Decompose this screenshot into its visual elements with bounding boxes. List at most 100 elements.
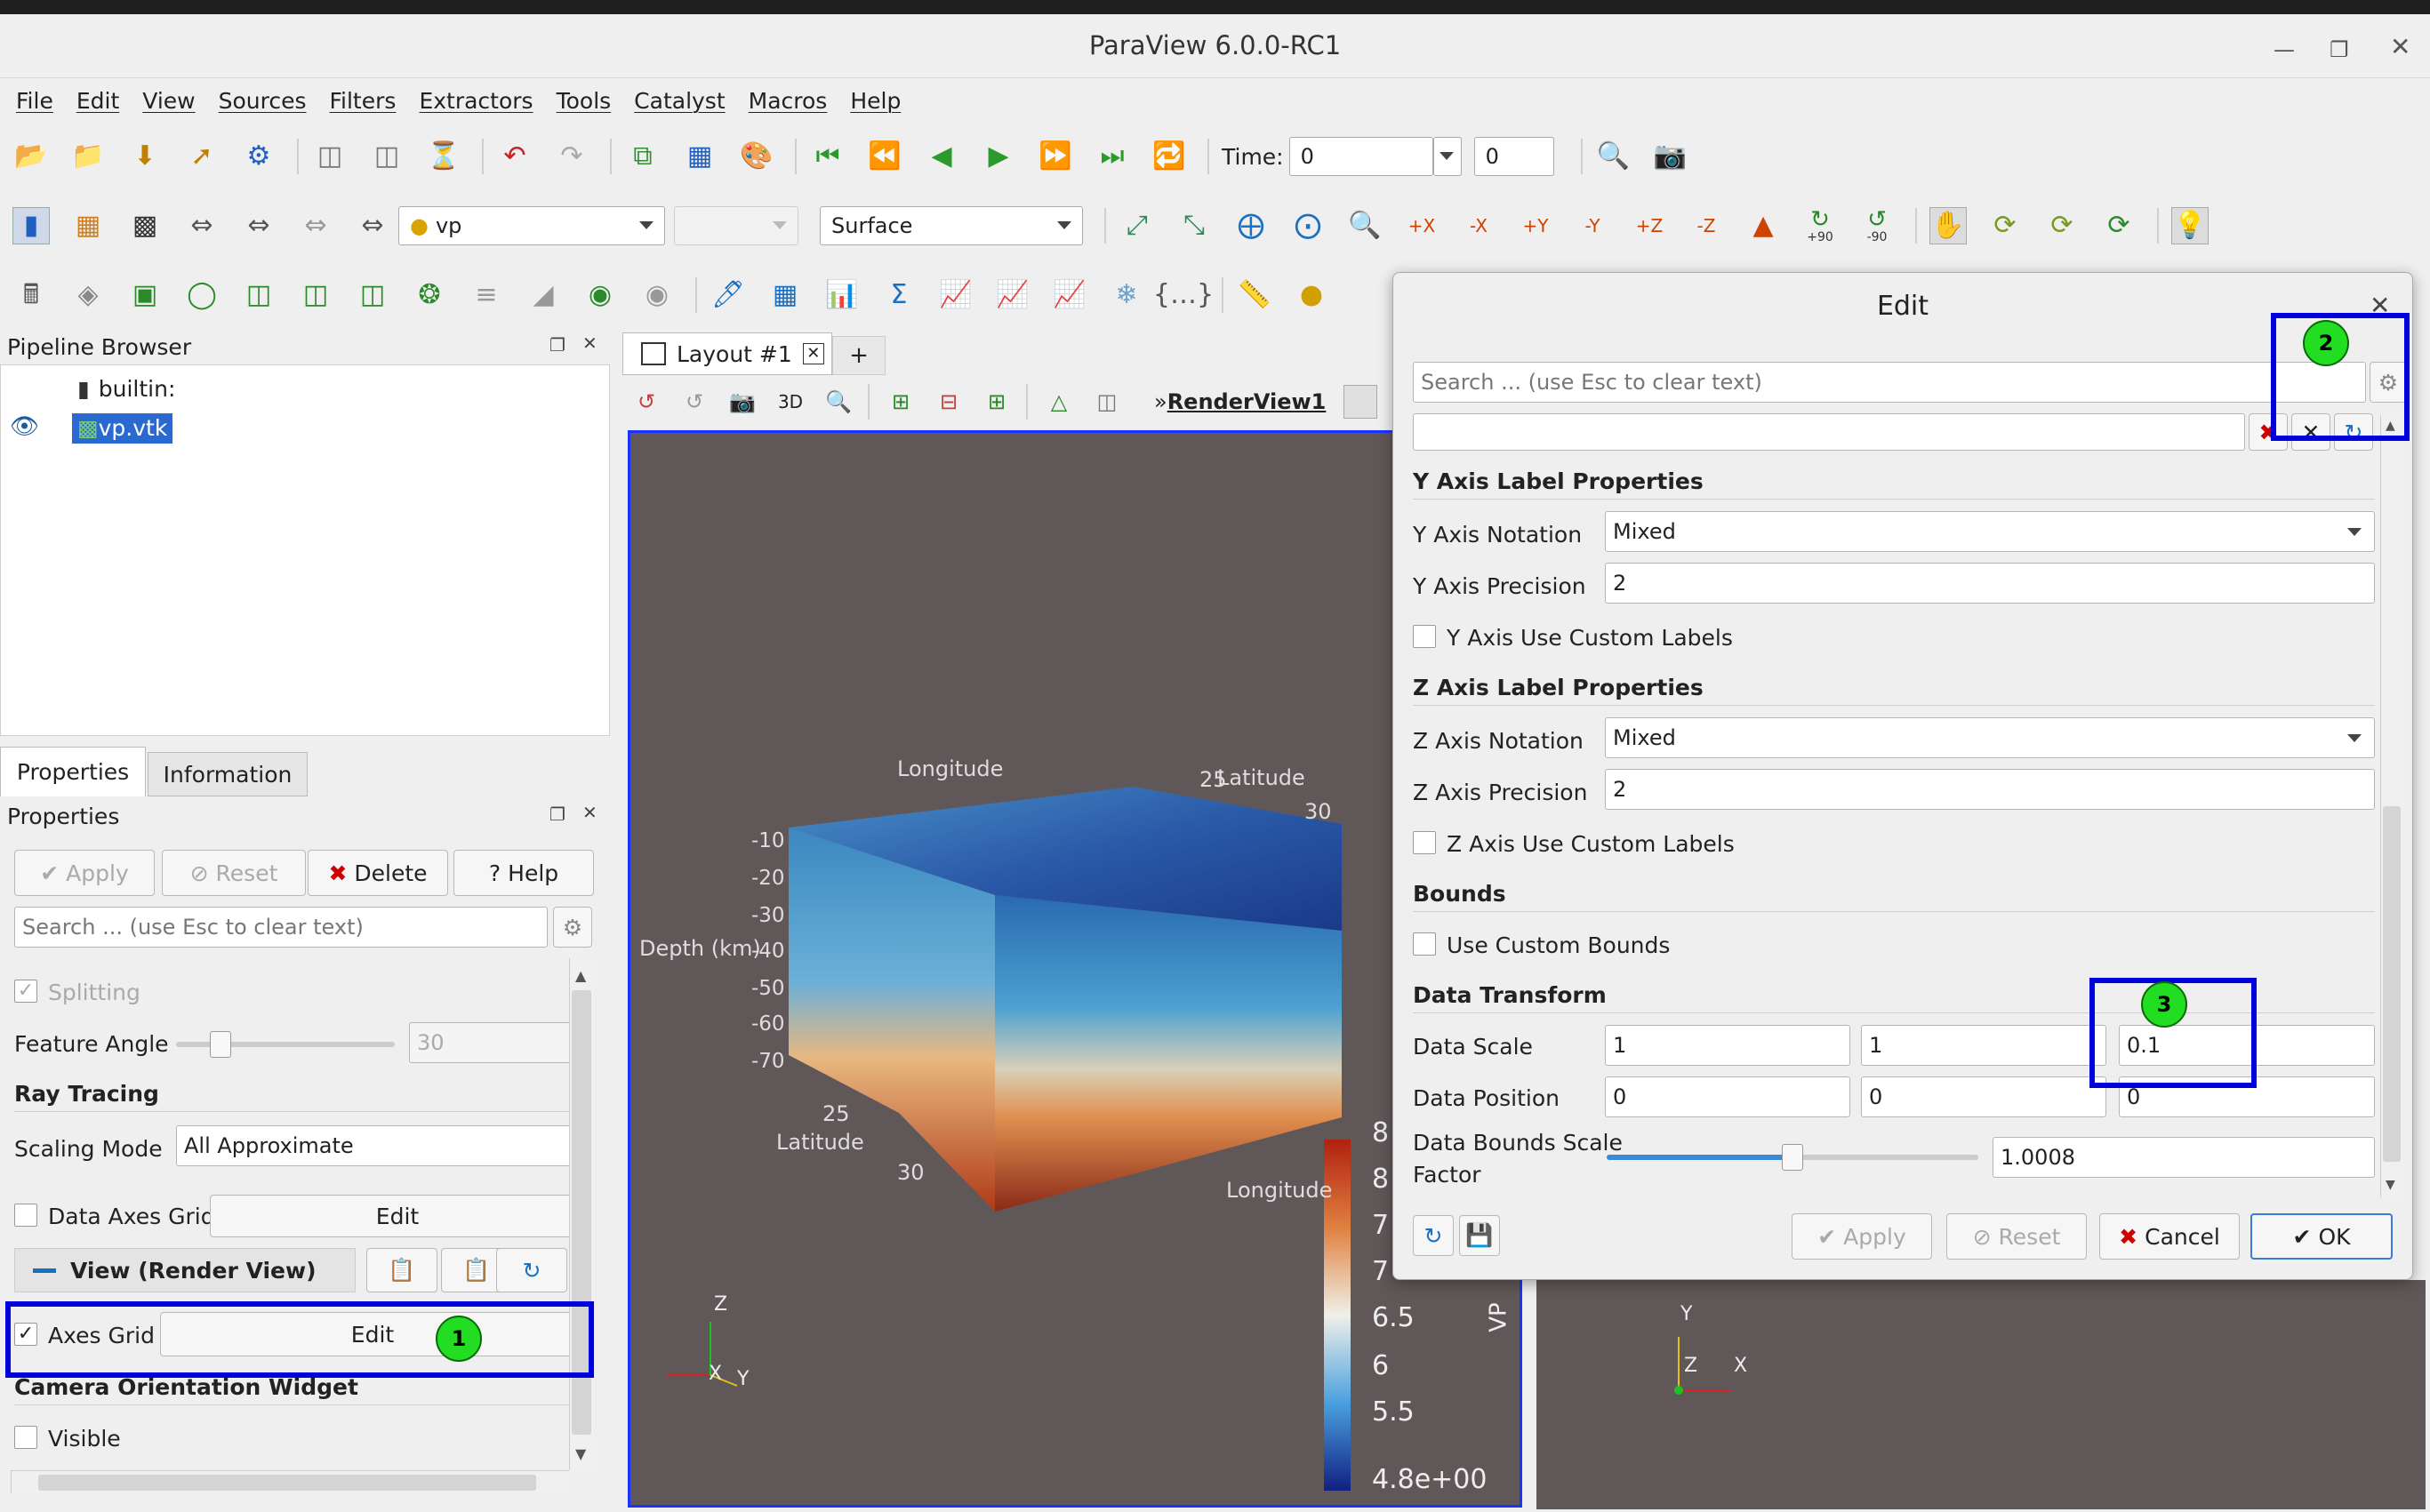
clip-icon[interactable]: ▣ bbox=[126, 276, 164, 314]
ruler-icon[interactable]: 📏 bbox=[1236, 276, 1273, 314]
tab-properties[interactable]: Properties bbox=[0, 747, 146, 796]
set-view-minus-x-icon[interactable]: -X bbox=[1460, 207, 1497, 244]
select-points-icon[interactable]: ⊟ bbox=[930, 383, 967, 420]
layout-tab[interactable]: Layout #1 ✕ bbox=[622, 332, 832, 375]
select-polygon-icon[interactable]: △ bbox=[1040, 383, 1078, 420]
properties-hscrollbar[interactable] bbox=[11, 1470, 569, 1493]
dialog-cancel-button[interactable]: ✖ Cancel bbox=[2099, 1213, 2240, 1260]
advanced-gear-icon[interactable]: ⚙ bbox=[553, 907, 592, 948]
rotate-minus-90-icon[interactable]: ↺ -90 bbox=[1858, 207, 1896, 244]
reset-range-icon[interactable]: ▩ bbox=[126, 207, 164, 244]
menu-extractors[interactable]: Extractors bbox=[419, 88, 533, 114]
feature-angle-handle[interactable] bbox=[210, 1031, 231, 1058]
menu-filters[interactable]: Filters bbox=[329, 88, 396, 114]
component-combo[interactable] bbox=[674, 206, 798, 245]
menu-catalyst[interactable]: Catalyst bbox=[634, 88, 725, 114]
view-undo-icon[interactable]: ↺ bbox=[676, 383, 713, 420]
probe-icon[interactable]: 🖊 bbox=[710, 276, 747, 314]
source-combo[interactable]: ● vp bbox=[398, 206, 665, 245]
visibility-eye-icon[interactable]: 👁 bbox=[10, 413, 39, 440]
custom-bounds-checkbox[interactable] bbox=[1413, 932, 1436, 956]
warp-icon[interactable]: ≡ bbox=[468, 276, 505, 314]
pipeline-item-vp[interactable]: ▩vp.vtk bbox=[72, 413, 173, 444]
float-properties-icon[interactable]: ❐ bbox=[549, 804, 565, 825]
render-view-label[interactable]: RenderView1 bbox=[1167, 389, 1327, 414]
toggle-color-legend-icon[interactable]: ▮ bbox=[12, 207, 50, 244]
zoom-to-data-icon[interactable]: 🔍 bbox=[1595, 138, 1632, 175]
y-precision-input[interactable]: 2 bbox=[1605, 563, 2375, 604]
help-button[interactable]: ? Help bbox=[453, 850, 594, 896]
capture-screenshot-icon[interactable]: 📷 bbox=[1652, 138, 1689, 175]
rotate-arrow-icon[interactable]: ⟳ bbox=[2100, 207, 2137, 244]
menu-sources[interactable]: Sources bbox=[219, 88, 307, 114]
connect-icon[interactable]: ◫ bbox=[311, 138, 349, 175]
calculator-icon[interactable]: 🖩 bbox=[12, 276, 50, 314]
close-pipeline-icon[interactable]: ✕ bbox=[582, 332, 597, 354]
select-cells-icon[interactable]: ⊞ bbox=[882, 383, 919, 420]
next-frame-icon[interactable]: ⏩ bbox=[1037, 138, 1074, 175]
menu-edit[interactable]: Edit bbox=[76, 88, 119, 114]
render-view-left[interactable]: Longitude Latitude 25 30 Depth (km) -10 … bbox=[628, 430, 1522, 1508]
data-scale-x[interactable]: 1 bbox=[1605, 1025, 1850, 1066]
more-tools-icon[interactable]: » bbox=[1154, 389, 1167, 414]
set-view-plus-x-icon[interactable]: +X bbox=[1403, 207, 1440, 244]
refresh-icon[interactable]: ↻ bbox=[496, 1248, 567, 1292]
save-state-icon[interactable]: ➚ bbox=[183, 138, 221, 175]
zoom-to-box-icon[interactable]: ⨁ bbox=[1232, 207, 1270, 244]
view-zoom-icon[interactable]: 🔍 bbox=[820, 383, 857, 420]
rescale-temporal-icon[interactable]: ⇔ bbox=[240, 207, 277, 244]
z-precision-input[interactable]: 2 bbox=[1605, 769, 2375, 810]
menu-help[interactable]: Help bbox=[850, 88, 901, 114]
set-view-plus-z-icon[interactable]: +Z bbox=[1631, 207, 1668, 244]
close-window-icon[interactable]: ✕ bbox=[2390, 32, 2410, 61]
rescale-over-time-icon[interactable]: ⇔ bbox=[354, 207, 391, 244]
dialog-apply-button[interactable]: ✔ Apply bbox=[1792, 1213, 1932, 1260]
glyph-icon[interactable]: ◫ bbox=[354, 276, 391, 314]
zoom-closest-icon[interactable]: ⨀ bbox=[1289, 207, 1327, 244]
histogram-icon[interactable]: 📊 bbox=[823, 276, 861, 314]
bounds-scale-handle[interactable] bbox=[1782, 1144, 1803, 1171]
reset-camera-icon[interactable]: ⤢ bbox=[1119, 207, 1156, 244]
dialog-search[interactable]: Search ... (use Esc to clear text) bbox=[1413, 362, 2366, 403]
plot-data-icon[interactable]: 📈 bbox=[937, 276, 974, 314]
auto-apply-icon[interactable]: ⏳ bbox=[425, 138, 462, 175]
plot-selection-icon[interactable]: 📈 bbox=[994, 276, 1031, 314]
dialog-scrollbar[interactable]: ▲ ▼ bbox=[2380, 415, 2403, 1197]
select-frustum-icon[interactable]: ⊞ bbox=[978, 383, 1015, 420]
first-frame-icon[interactable]: ⏮ bbox=[809, 138, 846, 175]
rescale-visible-icon[interactable]: ⇔ bbox=[297, 207, 334, 244]
float-pipeline-icon[interactable]: ❐ bbox=[549, 334, 565, 356]
y-notation-combo[interactable]: Mixed bbox=[1605, 511, 2375, 552]
plot-over-line-icon[interactable]: ▦ bbox=[766, 276, 804, 314]
menu-tools[interactable]: Tools bbox=[557, 88, 612, 114]
properties-vscrollbar[interactable]: ▲ ▼ bbox=[569, 958, 594, 1470]
extract-subset-icon[interactable]: ◫ bbox=[297, 276, 334, 314]
camera-undo-icon[interactable]: ⧉ bbox=[624, 138, 662, 175]
select-block-icon[interactable]: ◫ bbox=[1088, 383, 1126, 420]
maximize-icon[interactable]: ❐ bbox=[2330, 37, 2349, 62]
view-3d-toggle[interactable]: 3D bbox=[772, 383, 809, 420]
integrate-variables-icon[interactable]: Σ bbox=[880, 276, 918, 314]
menu-view[interactable]: View bbox=[142, 88, 195, 114]
isometric-view-icon[interactable]: ▲ bbox=[1744, 207, 1782, 244]
properties-search[interactable]: Search ... (use Esc to clear text) bbox=[14, 907, 548, 948]
load-state-icon[interactable]: ⬇ bbox=[126, 138, 164, 175]
menu-macros[interactable]: Macros bbox=[749, 88, 828, 114]
recent-file-icon[interactable]: 📁 bbox=[69, 138, 107, 175]
plot-over-time-icon[interactable]: 📈 bbox=[1051, 276, 1088, 314]
stream-tracer-icon[interactable]: ❂ bbox=[411, 276, 448, 314]
y-custom-labels-checkbox[interactable] bbox=[1413, 625, 1436, 648]
feature-angle-slider[interactable] bbox=[176, 1042, 395, 1047]
time-input[interactable]: 0 bbox=[1288, 137, 1433, 176]
extract-block-icon[interactable]: ◉ bbox=[638, 276, 676, 314]
delete-button[interactable]: ✖ Delete bbox=[308, 850, 448, 896]
split-view-icon[interactable] bbox=[1343, 385, 1378, 419]
bounds-scale-slider[interactable] bbox=[1607, 1144, 1978, 1171]
reset-camera-closest-icon[interactable]: ⤡ bbox=[1175, 207, 1213, 244]
data-axes-grid-checkbox[interactable] bbox=[14, 1204, 37, 1227]
contour-icon[interactable]: ◈ bbox=[69, 276, 107, 314]
data-position-x[interactable]: 0 bbox=[1605, 1076, 1850, 1117]
set-view-minus-z-icon[interactable]: -Z bbox=[1688, 207, 1725, 244]
dialog-reset-button[interactable]: ⊘ Reset bbox=[1946, 1213, 2087, 1260]
close-properties-icon[interactable]: ✕ bbox=[582, 802, 597, 823]
